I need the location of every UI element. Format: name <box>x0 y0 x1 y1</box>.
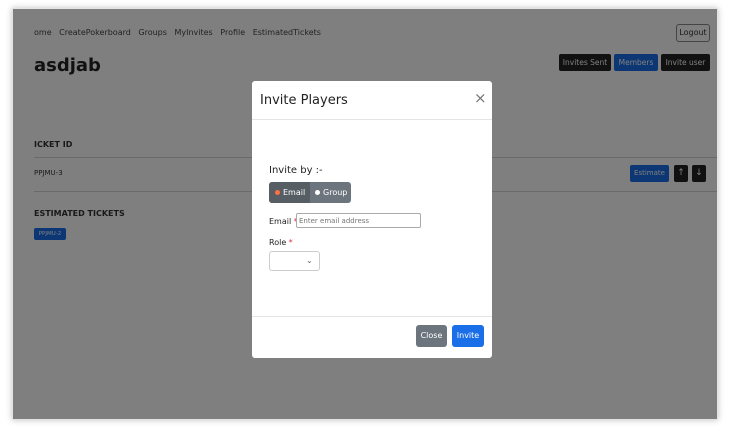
email-input[interactable] <box>296 213 421 228</box>
email-option-label: Email <box>283 188 306 197</box>
modal-title: Invite Players <box>260 93 348 108</box>
browser-frame: ome CreatePokerboard Groups MyInvites Pr… <box>12 8 718 420</box>
email-option-radio[interactable]: Email <box>269 182 310 203</box>
group-option-label: Group <box>323 188 348 197</box>
group-option-radio[interactable]: Group <box>310 182 351 203</box>
role-label: Role * <box>269 238 293 247</box>
modal-header: Invite Players × <box>252 81 492 120</box>
radio-selected-icon <box>275 190 280 195</box>
email-label-text: Email <box>269 217 292 226</box>
role-select[interactable]: ⌄ <box>269 251 320 271</box>
chevron-down-icon: ⌄ <box>306 256 313 265</box>
invite-method-toggle: Email Group <box>269 182 351 203</box>
close-button[interactable]: Close <box>416 325 447 347</box>
required-asterisk: * <box>288 238 293 247</box>
modal-footer: Close Invite <box>252 316 492 358</box>
invite-players-modal: Invite Players × Invite by :- Email Grou… <box>252 81 492 358</box>
pokerboard-page: ome CreatePokerboard Groups MyInvites Pr… <box>13 9 717 419</box>
close-icon[interactable]: × <box>474 91 487 106</box>
role-label-text: Role <box>269 238 287 247</box>
invite-button[interactable]: Invite <box>452 325 484 347</box>
email-label: Email * <box>269 217 298 226</box>
radio-unselected-icon <box>315 190 320 195</box>
invite-by-label: Invite by :- <box>269 165 323 176</box>
